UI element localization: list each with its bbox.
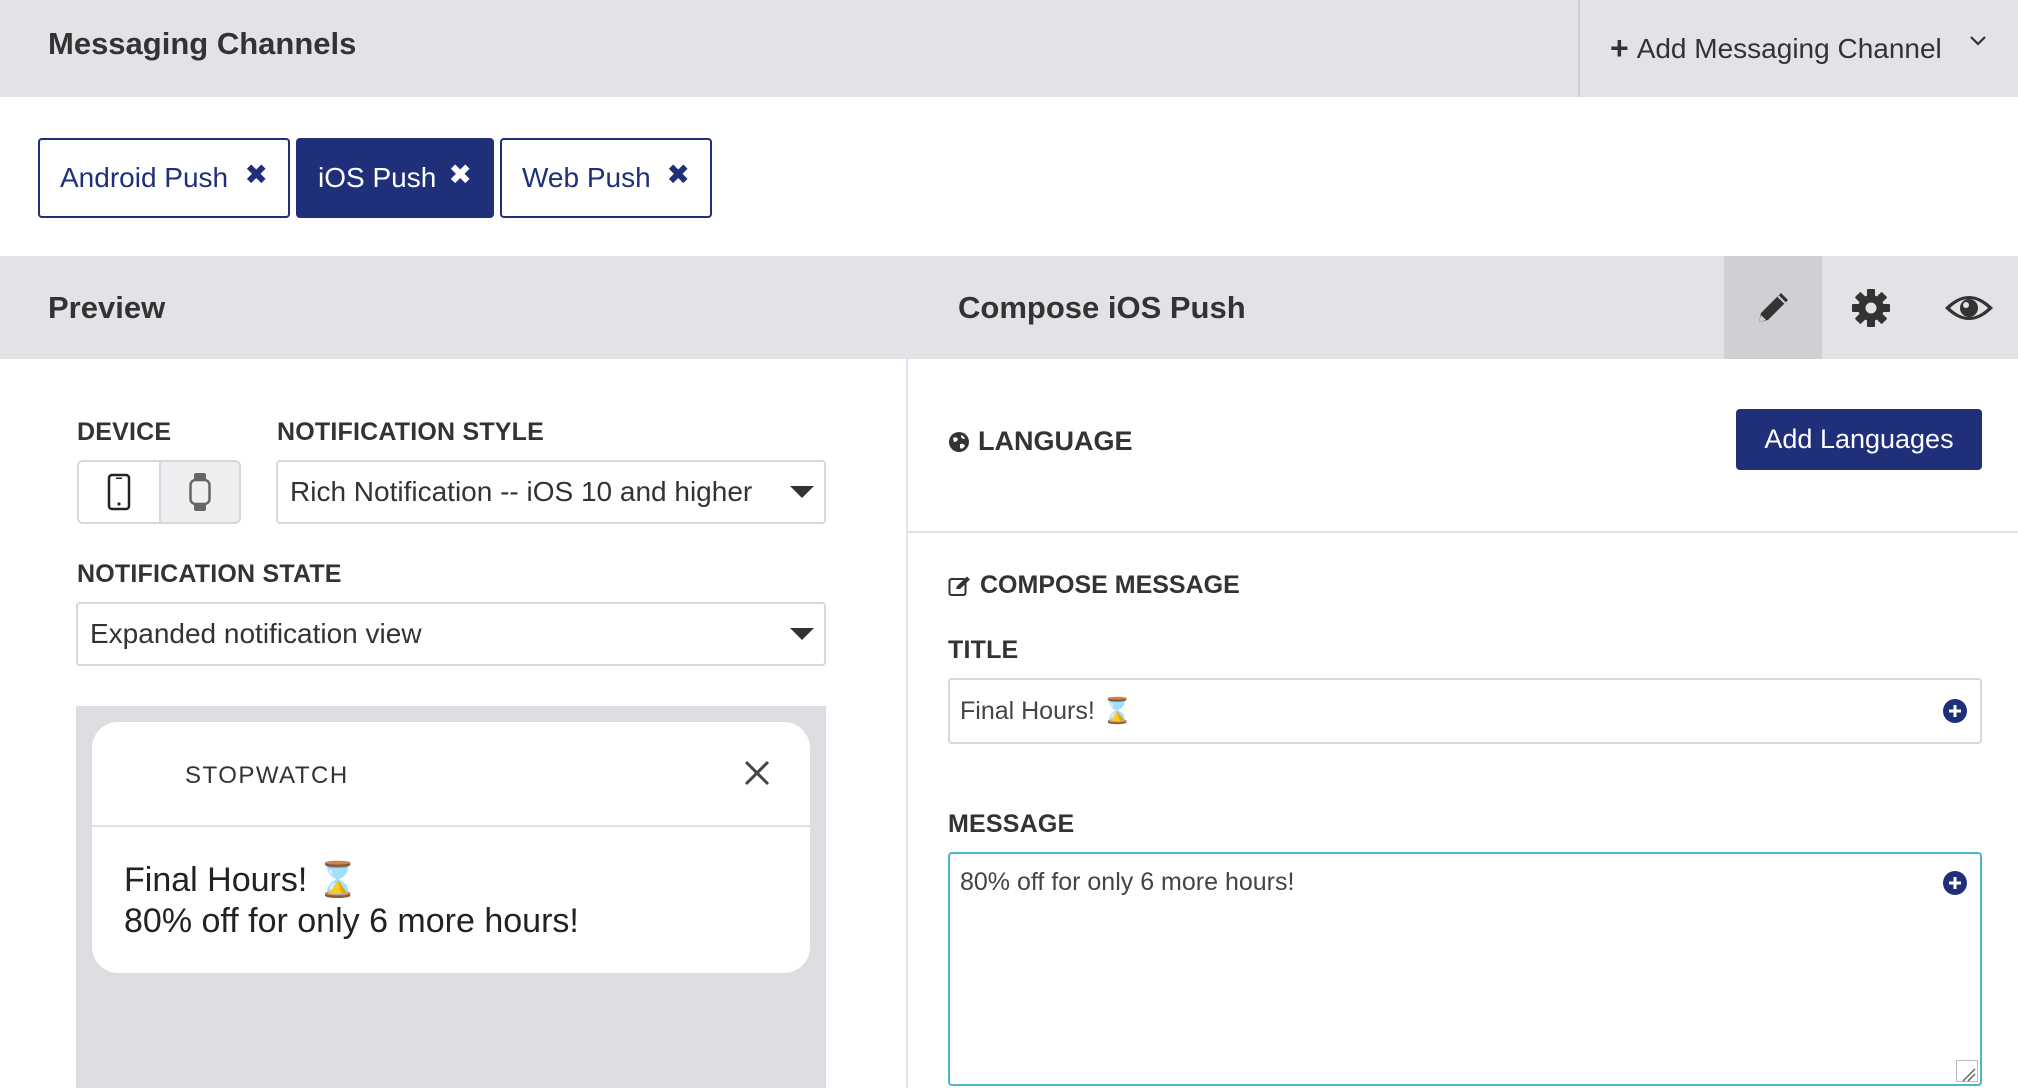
edit-tab-button[interactable] — [1724, 256, 1822, 359]
notification-card: STOPWATCH Final Hours! ⌛ 80% off for onl… — [92, 722, 810, 973]
notification-divider — [92, 825, 810, 827]
title-label: TITLE — [948, 636, 1019, 664]
notification-style-label: NOTIFICATION STYLE — [277, 418, 545, 446]
close-icon[interactable] — [740, 756, 774, 790]
channel-pill-label: Web Push — [522, 162, 651, 193]
notification-title: Final Hours! ⌛ — [124, 861, 360, 899]
notification-state-select[interactable]: Expanded notification view — [76, 602, 826, 666]
channel-pill-label: Android Push — [60, 162, 229, 193]
remove-icon[interactable]: ✖ — [245, 158, 268, 191]
channel-pill-label: iOS Push — [318, 162, 437, 193]
notification-body: 80% off for only 6 more hours! — [124, 902, 579, 940]
resize-grip-icon — [1962, 1068, 1976, 1082]
compose-message-label: COMPOSE MESSAGE — [980, 571, 1240, 599]
device-label: DEVICE — [77, 418, 172, 446]
chevron-down-icon — [1970, 36, 1986, 46]
message-textarea[interactable]: 80% off for only 6 more hours! — [948, 852, 1982, 1086]
settings-tab-button[interactable] — [1822, 256, 1920, 359]
notification-state-label: NOTIFICATION STATE — [77, 560, 342, 588]
column-divider — [906, 359, 908, 1088]
plus-icon: + — [1610, 30, 1629, 66]
message-label: MESSAGE — [948, 810, 1075, 838]
compose-title: Compose iOS Push — [958, 290, 1246, 325]
page-title: Messaging Channels — [48, 26, 357, 61]
device-phone-button[interactable] — [79, 462, 159, 522]
caret-down-icon — [790, 486, 814, 498]
notification-state-value: Expanded notification view — [90, 618, 422, 649]
phone-icon — [107, 473, 131, 511]
preview-title: Preview — [48, 290, 166, 325]
channel-pill-web-push[interactable]: Web Push ✖ — [500, 138, 712, 218]
title-input-value: Final Hours! ⌛ — [960, 696, 1133, 725]
remove-icon[interactable]: ✖ — [667, 158, 690, 191]
remove-icon[interactable]: ✖ — [449, 158, 472, 191]
notification-style-value: Rich Notification -- iOS 10 and higher — [290, 476, 753, 507]
compose-message-section-label: COMPOSE MESSAGE — [948, 571, 1240, 600]
device-watch-button[interactable] — [158, 462, 239, 522]
device-toggle — [77, 460, 241, 524]
add-languages-button[interactable]: Add Languages — [1736, 409, 1982, 470]
language-label: LANGUAGE — [978, 426, 1133, 456]
preview-tab-button[interactable] — [1920, 256, 2018, 359]
title-input[interactable]: Final Hours! ⌛ — [948, 678, 1982, 744]
eye-icon — [1945, 295, 1993, 320]
add-messaging-channel-button[interactable]: + Add Messaging Channel — [1580, 0, 2018, 97]
notification-app-name: STOPWATCH — [185, 762, 349, 789]
section-divider — [908, 531, 2018, 533]
resize-handle[interactable] — [1956, 1060, 1978, 1082]
message-textarea-value: 80% off for only 6 more hours! — [960, 868, 1295, 896]
plus-circle-icon[interactable] — [1942, 698, 1968, 724]
add-messaging-channel-label: Add Messaging Channel — [1636, 32, 1942, 64]
language-section-label: LANGUAGE — [948, 426, 1133, 457]
gear-icon — [1852, 288, 1890, 327]
plus-circle-icon[interactable] — [1942, 870, 1968, 896]
watch-icon — [189, 473, 211, 511]
pencil-icon — [1759, 292, 1788, 322]
globe-icon — [949, 431, 969, 452]
notification-style-select[interactable]: Rich Notification -- iOS 10 and higher — [276, 460, 826, 524]
channel-pill-ios-push[interactable]: iOS Push ✖ — [296, 138, 494, 218]
caret-down-icon — [790, 628, 814, 640]
top-header: Messaging Channels + Add Messaging Chann… — [0, 0, 2018, 97]
edit-square-icon — [948, 576, 970, 596]
section-header: Preview Compose iOS Push — [0, 256, 2018, 359]
channel-pill-android-push[interactable]: Android Push ✖ — [38, 138, 290, 218]
